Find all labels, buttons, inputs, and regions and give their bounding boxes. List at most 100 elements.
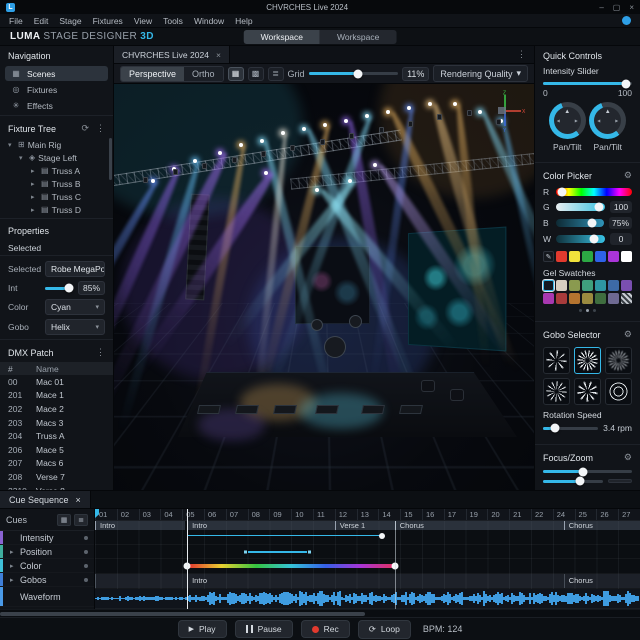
kebab-menu-icon[interactable]: ⋮ <box>509 49 534 60</box>
gobo-region[interactable]: Intro <box>187 574 564 588</box>
record-button[interactable]: Rec <box>300 620 350 638</box>
keyframe-square[interactable] <box>306 549 312 555</box>
pan-tilt-knob[interactable]: ▲ ◂ ▸ <box>589 102 627 139</box>
rotation-speed-slider[interactable] <box>543 423 599 433</box>
loop-button[interactable]: ⟳ Loop <box>357 619 411 639</box>
scrollbar-thumb[interactable] <box>0 612 365 616</box>
workspace-tab[interactable]: Workspace <box>320 29 397 44</box>
pan-tilt-knob[interactable]: ▲ ◂ ▸ <box>548 102 586 139</box>
dmx-table-row[interactable]: 00 Mac 01 <box>0 375 113 389</box>
grid-view-icon[interactable]: ▦ <box>57 513 71 526</box>
playhead[interactable] <box>187 509 189 609</box>
color-swatch[interactable] <box>608 251 619 262</box>
color-swatch[interactable] <box>595 251 606 262</box>
menu-item[interactable]: Edit <box>34 16 49 26</box>
gel-swatch[interactable] <box>608 293 619 304</box>
waveform-lane[interactable] <box>95 589 640 609</box>
gear-icon[interactable]: ⚙ <box>624 329 632 340</box>
track-row[interactable]: ▸ Color <box>0 559 94 573</box>
cue-end-marker[interactable] <box>394 521 396 609</box>
eyedropper-icon[interactable]: ✎ <box>543 251 554 262</box>
track-automation-dot[interactable] <box>84 577 88 582</box>
color-swatch[interactable] <box>569 251 580 262</box>
list-view-icon[interactable]: ≣ <box>74 513 88 526</box>
timeline-ruler[interactable]: 01 02 03 04 05 06 07 08 09 10 11 12 13 14 15 16 17 19 20 21… <box>95 509 640 521</box>
kebab-menu-icon[interactable]: ⋮ <box>96 347 105 358</box>
refresh-icon[interactable]: ⟳ <box>81 123 89 134</box>
view-grid-icon[interactable]: ▦ <box>227 66 244 81</box>
menu-item[interactable]: Stage <box>59 16 81 26</box>
axis-gizmo[interactable]: Z X Y <box>484 90 526 132</box>
user-avatar[interactable] <box>622 16 631 25</box>
color-gradient-clip[interactable] <box>183 562 399 570</box>
dmx-table-row[interactable]: 201 Mace 1 <box>0 389 113 403</box>
channel-value[interactable]: 0 <box>610 233 632 245</box>
tree-scrollbar[interactable] <box>109 138 112 180</box>
channel-slider[interactable] <box>556 234 605 244</box>
color-lane[interactable] <box>95 559 640 574</box>
selected-fixture-input[interactable]: Robe MegaPointe <box>45 261 105 277</box>
gel-swatch[interactable] <box>556 293 567 304</box>
tree-node[interactable]: ▸ ▤ Truss D <box>0 203 113 216</box>
gel-swatch[interactable] <box>543 293 554 304</box>
dmx-table-row[interactable]: 204 Truss A <box>0 429 113 443</box>
gel-swatch[interactable] <box>556 280 567 291</box>
3d-stage-scene[interactable]: Z X Y <box>114 84 534 490</box>
gel-swatch[interactable] <box>595 293 606 304</box>
perspective-button[interactable]: Perspective <box>121 66 185 81</box>
track-row[interactable]: ▸ Gobos <box>0 573 94 587</box>
gel-swatch[interactable] <box>582 280 593 291</box>
sidebar-nav-item[interactable]: ▦ Scenes <box>5 66 108 81</box>
section-block[interactable]: Intro <box>187 521 335 530</box>
track-automation-dot[interactable] <box>84 535 88 540</box>
tree-expander-icon[interactable]: ▾ <box>19 154 26 162</box>
track-automation-dot[interactable] <box>84 563 88 568</box>
grid-slider[interactable] <box>308 69 399 78</box>
track-row[interactable]: Waveform <box>0 587 94 607</box>
tab-close-icon[interactable]: × <box>216 50 221 60</box>
gobo-thumbnail[interactable] <box>574 347 601 374</box>
timeline-grid[interactable]: 01 02 03 04 05 06 07 08 09 10 11 12 13 14 15 16 17 19 20 21… <box>95 509 640 609</box>
cue-sequence-tab[interactable]: Cue Sequence × <box>0 491 91 508</box>
menu-item[interactable]: File <box>9 16 23 26</box>
menu-item[interactable]: View <box>134 16 152 26</box>
intensity-lane[interactable] <box>95 531 640 545</box>
workspace-tab[interactable]: Workspace <box>243 29 320 44</box>
gobo-thumbnail[interactable] <box>543 347 570 374</box>
position-lane[interactable] <box>95 545 640 559</box>
play-button[interactable]: ▶ Play <box>177 620 227 638</box>
menu-item[interactable]: Tools <box>163 16 183 26</box>
gel-swatch[interactable] <box>582 293 593 304</box>
section-block[interactable]: Verse 1 <box>334 521 395 530</box>
ortho-button[interactable]: Ortho <box>184 66 223 81</box>
color-swatch[interactable] <box>556 251 567 262</box>
view-dots-icon[interactable]: ▩ <box>247 66 264 81</box>
menu-item[interactable]: Window <box>194 16 224 26</box>
track-automation-dot[interactable] <box>84 549 88 554</box>
master-intensity-slider[interactable] <box>543 79 632 88</box>
focus-slider[interactable] <box>543 467 632 476</box>
color-swatch[interactable] <box>621 251 632 262</box>
section-block[interactable]: Chorus <box>394 521 564 530</box>
track-row[interactable]: ▸ Position <box>0 545 94 559</box>
channel-slider[interactable] <box>556 202 605 212</box>
track-expander-icon[interactable]: ▸ <box>10 562 16 570</box>
rendering-quality-dropdown[interactable]: Rendering Quality ▾ <box>433 65 528 82</box>
keyframe-dot[interactable] <box>379 532 386 539</box>
gear-icon[interactable]: ⚙ <box>624 170 632 181</box>
dmx-table-row[interactable]: 203 Macs 3 <box>0 416 113 430</box>
gobo-thumbnail[interactable] <box>605 347 632 374</box>
gel-swatch[interactable] <box>621 280 632 291</box>
gobo-thumbnail[interactable] <box>574 378 601 405</box>
horizontal-scrollbar[interactable] <box>0 609 640 617</box>
minimize-button[interactable]: – <box>599 3 603 12</box>
pagination-dot[interactable] <box>586 309 589 312</box>
channel-slider[interactable] <box>556 187 632 197</box>
gobo-thumbnail[interactable] <box>543 378 570 405</box>
intensity-automation-line[interactable] <box>187 532 386 539</box>
pagination-dot[interactable] <box>579 309 582 312</box>
dmx-table-row[interactable]: 206 Mace 5 <box>0 443 113 457</box>
dmx-table-row[interactable]: 207 Macs 6 <box>0 457 113 471</box>
maximize-button[interactable]: ▢ <box>613 3 621 12</box>
intensity-slider[interactable] <box>45 283 74 293</box>
